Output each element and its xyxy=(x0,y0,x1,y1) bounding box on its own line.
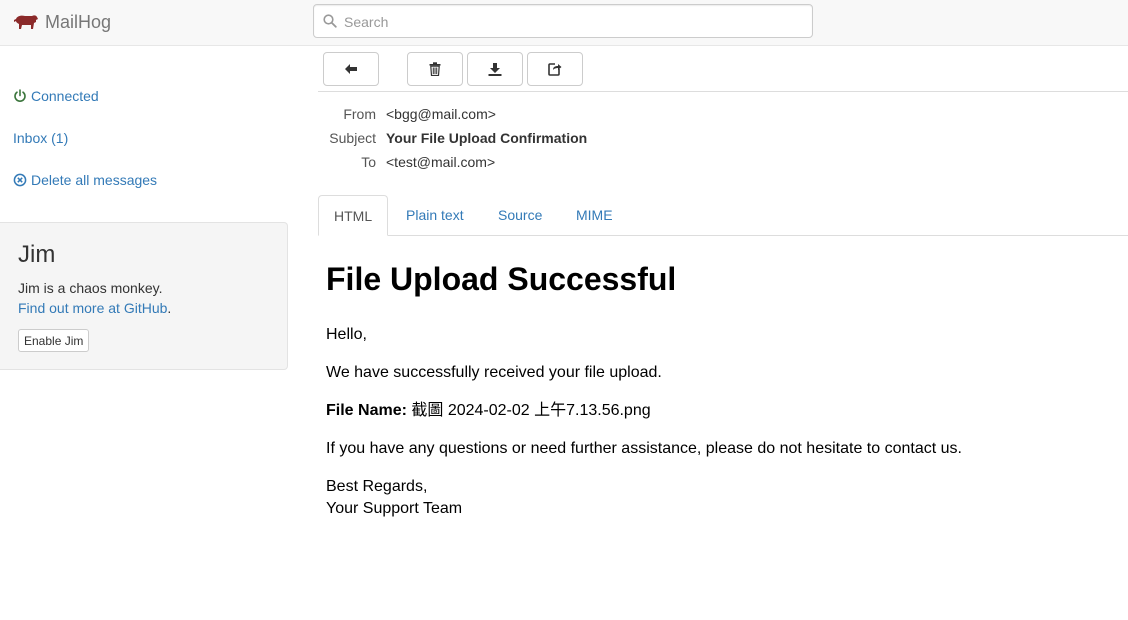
delete-all-label: Delete all messages xyxy=(31,172,158,188)
release-button[interactable] xyxy=(527,52,583,86)
delete-button[interactable] xyxy=(407,52,463,86)
trash-icon xyxy=(429,62,441,76)
email-signature: Your Support Team xyxy=(326,500,463,517)
tab-source[interactable]: Source xyxy=(483,195,557,236)
file-name-value: 截圖 2024-02-02 上午7.13.56.png xyxy=(406,402,651,419)
email-received-text: We have successfully received your file … xyxy=(326,364,662,381)
hog-logo-icon xyxy=(14,15,38,29)
tab-html[interactable]: HTML xyxy=(318,195,389,236)
inbox-label: Inbox (1) xyxy=(13,130,69,146)
app-title: MailHog xyxy=(45,11,112,32)
arrow-left-icon xyxy=(345,64,357,74)
from-value: <bgg@mail.com> xyxy=(386,106,496,122)
email-heading: File Upload Successful xyxy=(326,261,677,297)
subject-value: Your File Upload Confirmation xyxy=(386,130,588,146)
email-regards: Best Regards, xyxy=(326,478,428,495)
from-label: From xyxy=(343,106,376,122)
tab-mime[interactable]: MIME xyxy=(561,195,628,236)
jim-description: Jim is a chaos monkey. xyxy=(18,280,163,296)
download-button[interactable] xyxy=(467,52,523,86)
sidebar-item-inbox[interactable]: Inbox (1) xyxy=(13,130,68,146)
jim-more-text: Find out more at GitHub. xyxy=(18,300,171,316)
toolbar-divider xyxy=(318,91,1128,92)
view-tabs: HTML Plain text Source MIME xyxy=(318,195,1128,236)
navbar: MailHog xyxy=(0,0,1128,46)
delete-all-messages-link[interactable]: Delete all messages xyxy=(13,172,157,188)
jim-link-suffix: . xyxy=(167,300,172,316)
github-link[interactable]: Find out more at GitHub xyxy=(18,300,167,316)
email-body: File Upload Successful Hello, We have su… xyxy=(326,258,1116,517)
email-file-line: File Name: 截圖 2024-02-02 上午7.13.56.png xyxy=(326,400,651,422)
brand-link[interactable]: MailHog xyxy=(13,10,111,34)
to-value: <test@mail.com> xyxy=(386,154,496,170)
remove-circle-icon xyxy=(13,173,27,187)
share-icon xyxy=(548,62,562,76)
email-greeting: Hello, xyxy=(326,326,367,343)
tab-plain-text[interactable]: Plain text xyxy=(391,195,479,236)
search-box[interactable] xyxy=(313,4,813,39)
file-name-label: File Name: xyxy=(326,402,407,419)
connection-status: Connected xyxy=(13,88,99,104)
search-icon xyxy=(323,14,337,28)
jim-title: Jim xyxy=(18,241,56,268)
download-icon xyxy=(488,63,502,76)
connected-label: Connected xyxy=(31,88,99,104)
jim-panel: Jim Jim is a chaos monkey. Find out more… xyxy=(0,222,288,370)
email-questions-text: If you have any questions or need furthe… xyxy=(326,440,962,457)
search-input[interactable] xyxy=(342,5,806,39)
enable-jim-button[interactable]: Enable Jim xyxy=(18,329,90,352)
subject-label: Subject xyxy=(329,130,376,146)
power-icon xyxy=(14,89,26,102)
back-button[interactable] xyxy=(323,52,379,86)
to-label: To xyxy=(361,154,376,170)
